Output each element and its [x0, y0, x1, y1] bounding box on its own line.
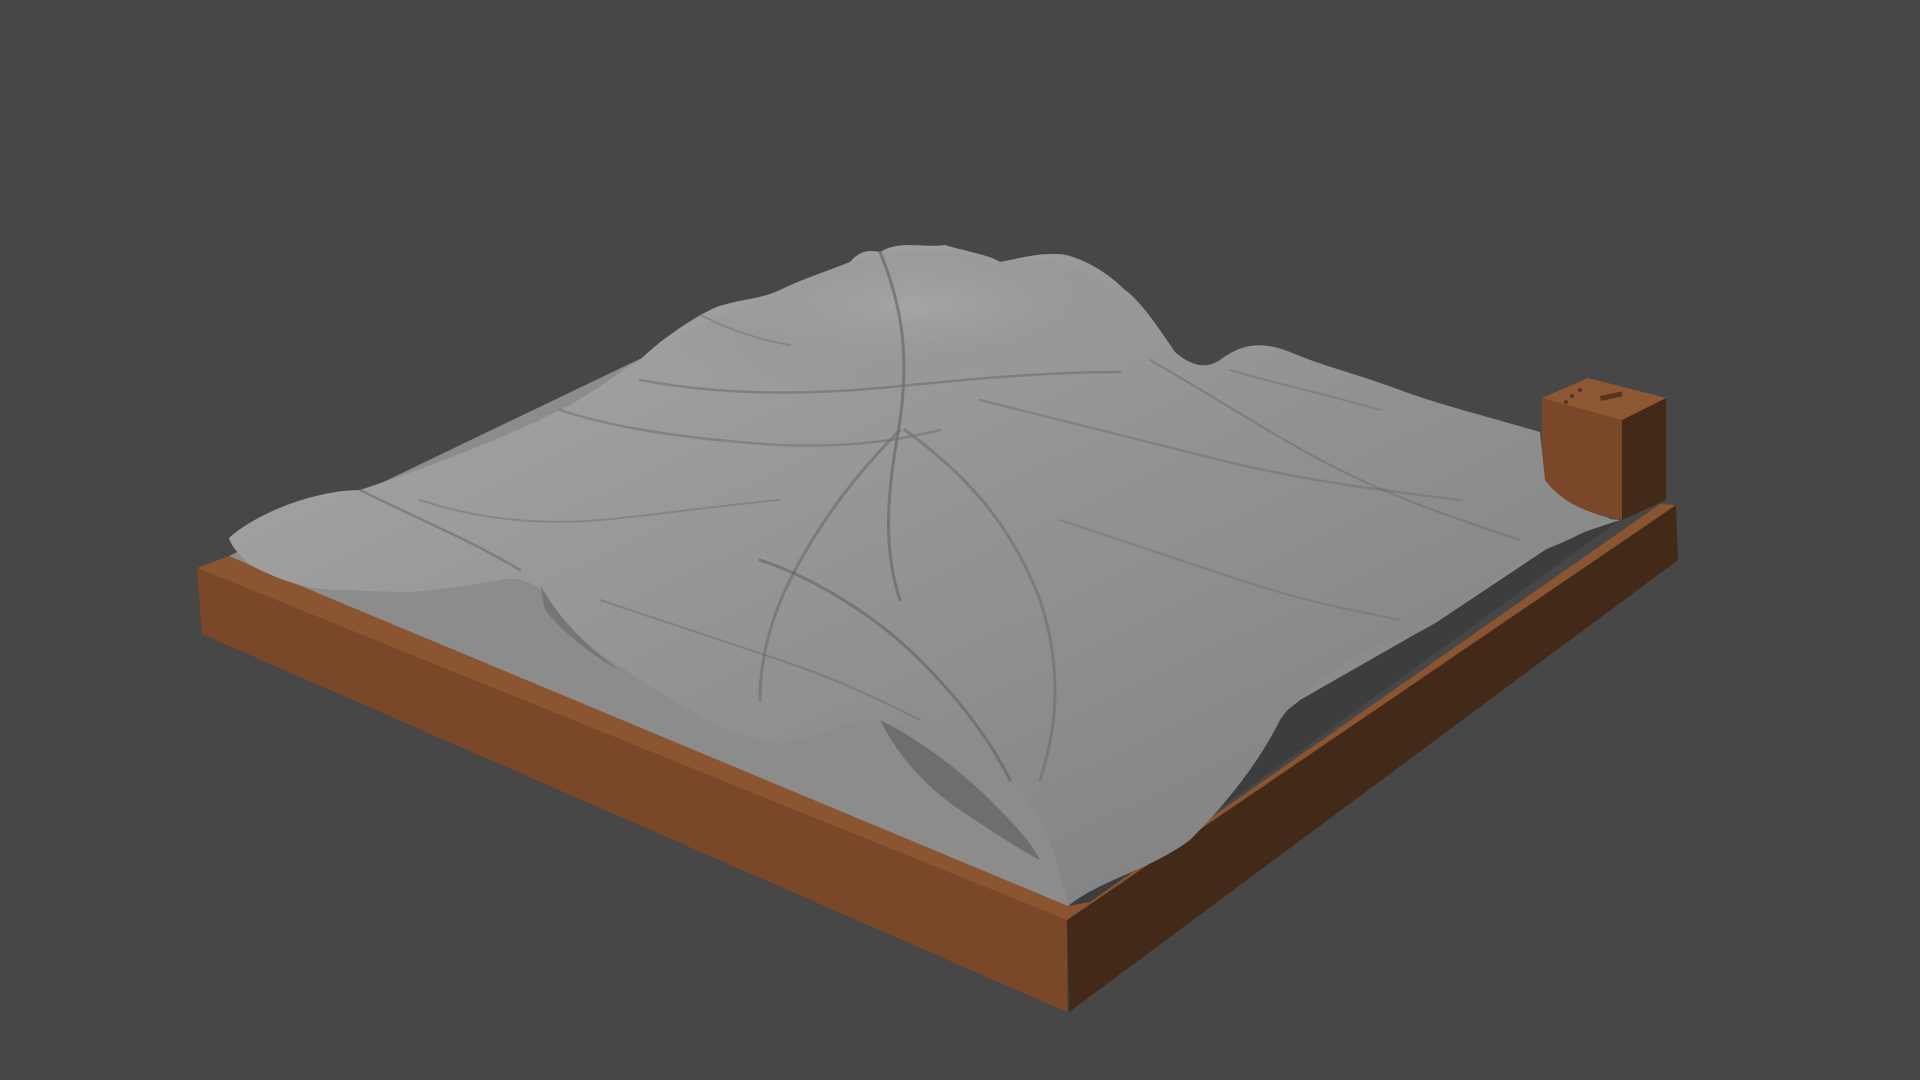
3d-viewport[interactable] [0, 0, 1920, 1080]
scene [197, 245, 1678, 1012]
